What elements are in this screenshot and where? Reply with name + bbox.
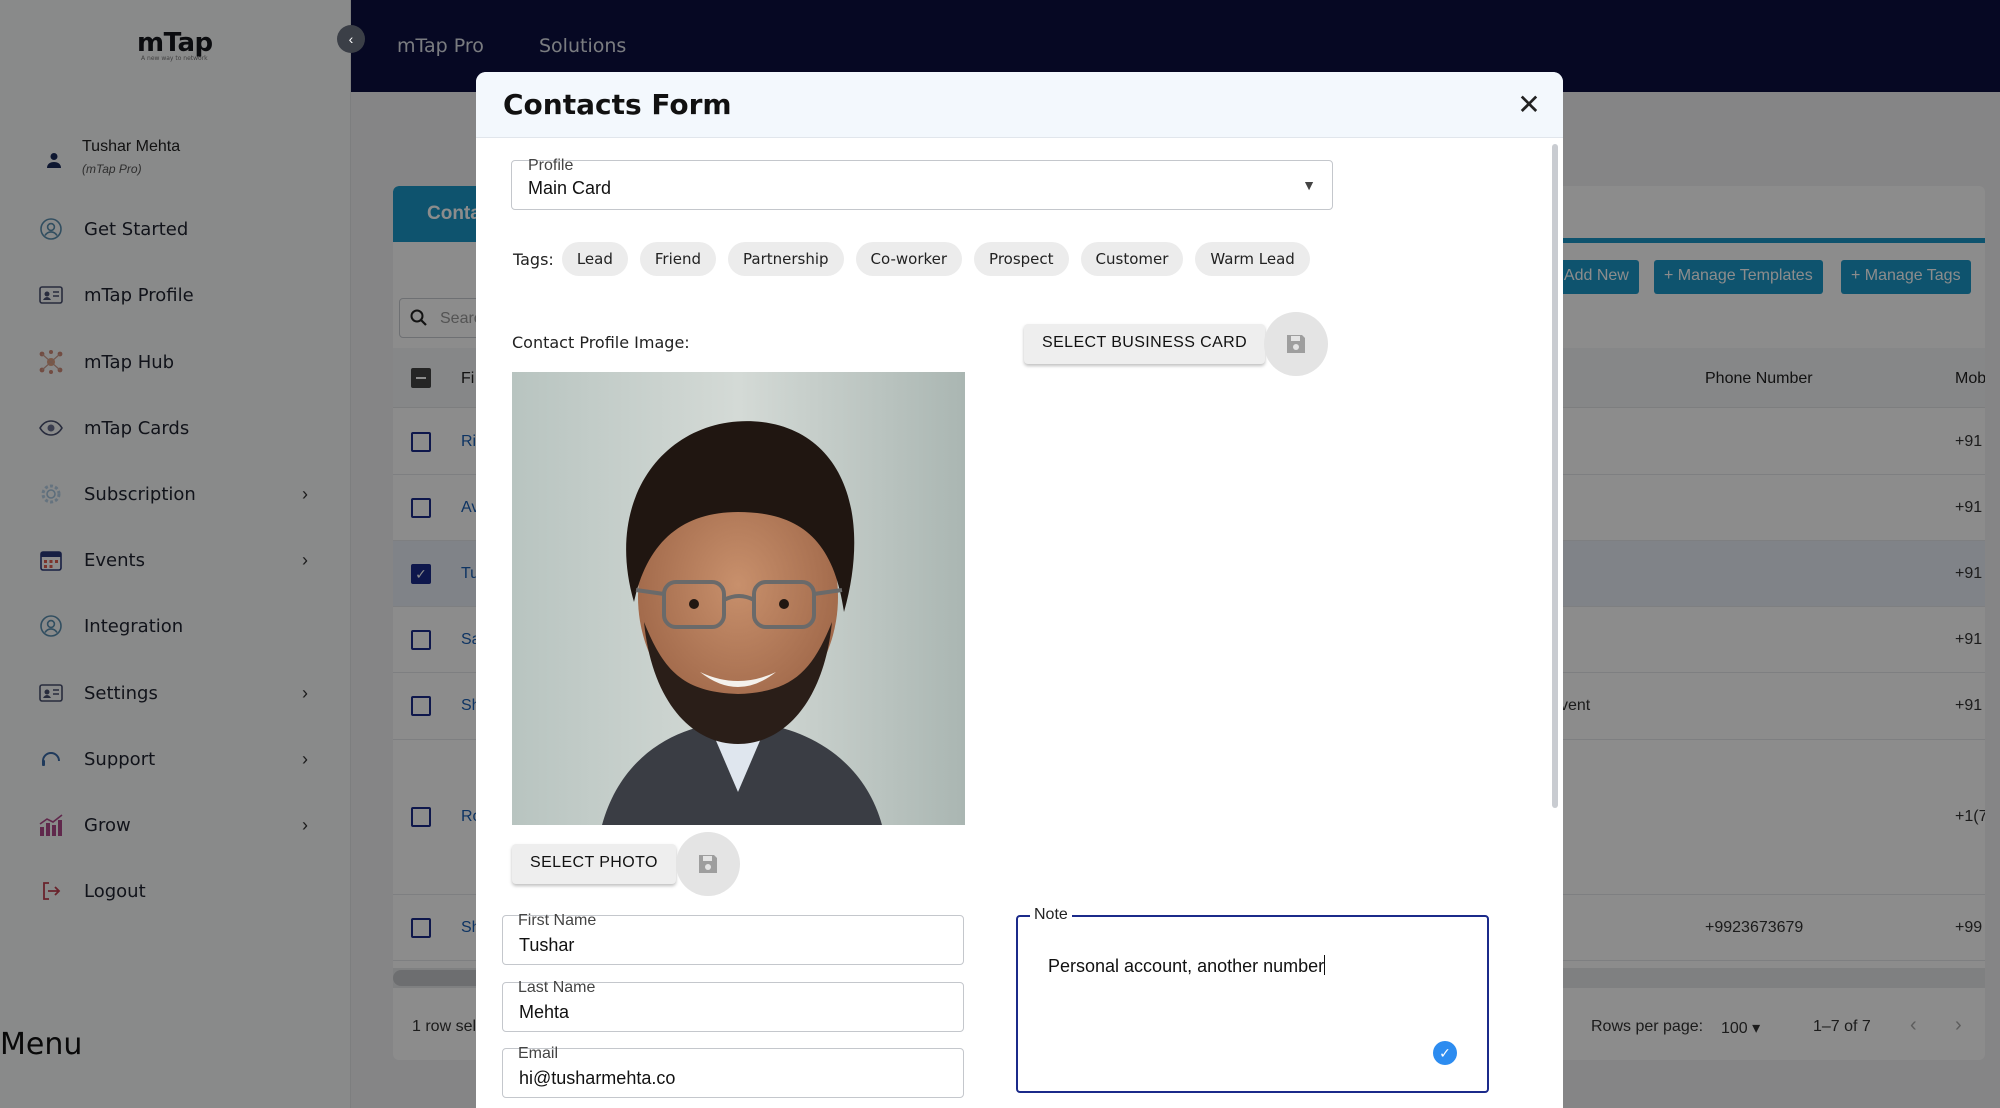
close-button[interactable]: ✕ [1513, 89, 1545, 121]
tag-chip-lead[interactable]: Lead [561, 242, 628, 276]
modal-title: Contacts Form [503, 88, 732, 121]
email-label: Email [518, 1045, 559, 1062]
contact-profile-photo [512, 372, 965, 825]
note-value: Personal account, another number [1048, 955, 1326, 976]
tag-chip-partnership[interactable]: Partnership [728, 242, 844, 276]
sidebar-collapse-button[interactable]: ‹ [337, 25, 365, 53]
caret-down-icon: ▼ [1302, 177, 1316, 193]
save-icon [699, 855, 717, 873]
text-caret [1324, 955, 1326, 975]
note-textarea[interactable]: Note Personal account, another number ✓ [1016, 906, 1489, 1093]
select-photo-button[interactable]: SELECT PHOTO [512, 844, 676, 884]
vertical-scrollbar[interactable] [1552, 138, 1560, 1108]
tag-chip-prospect[interactable]: Prospect [974, 242, 1069, 276]
close-icon: ✕ [1517, 89, 1541, 120]
email-value: hi@tusharmehta.co [519, 1068, 676, 1088]
last-name-label: Last Name [518, 979, 596, 996]
note-label: Note [1030, 906, 1072, 924]
tags-label: Tags: [513, 249, 554, 269]
first-name-label: First Name [518, 912, 597, 929]
tag-chip-friend[interactable]: Friend [639, 242, 716, 276]
chevron-left-icon: ‹ [348, 31, 354, 47]
modal-header: Contacts Form ✕ [476, 72, 1563, 138]
last-name-field[interactable]: Last Name Mehta [502, 979, 964, 1032]
email-field[interactable]: Email hi@tusharmehta.co [502, 1045, 964, 1098]
contacts-form-modal: Contacts Form ✕ Profile Main Card ▼ Tags… [476, 72, 1563, 1108]
tag-chip-customer[interactable]: Customer [1080, 242, 1184, 276]
first-name-field[interactable]: First Name Tushar [502, 912, 964, 965]
save-business-card-button[interactable] [1264, 312, 1328, 376]
tag-chip-co-worker[interactable]: Co-worker [855, 242, 963, 276]
first-name-value: Tushar [519, 935, 575, 955]
save-photo-button[interactable] [676, 832, 740, 896]
profile-value: Main Card [528, 178, 612, 198]
contact-image-label: Contact Profile Image: [512, 333, 690, 352]
save-icon [1287, 335, 1305, 353]
profile-label: Profile [528, 157, 574, 174]
scrollbar-thumb[interactable] [1552, 144, 1558, 808]
last-name-value: Mehta [519, 1002, 570, 1022]
check-circle-icon: ✓ [1433, 1041, 1457, 1065]
portrait-image [512, 372, 965, 825]
tag-chip-warm-lead[interactable]: Warm Lead [1195, 242, 1310, 276]
tags-row: Tags: Lead Friend Partnership Co-worker … [513, 242, 1322, 276]
select-business-card-button[interactable]: SELECT BUSINESS CARD [1024, 324, 1266, 364]
profile-select[interactable]: Profile Main Card ▼ [511, 157, 1333, 210]
